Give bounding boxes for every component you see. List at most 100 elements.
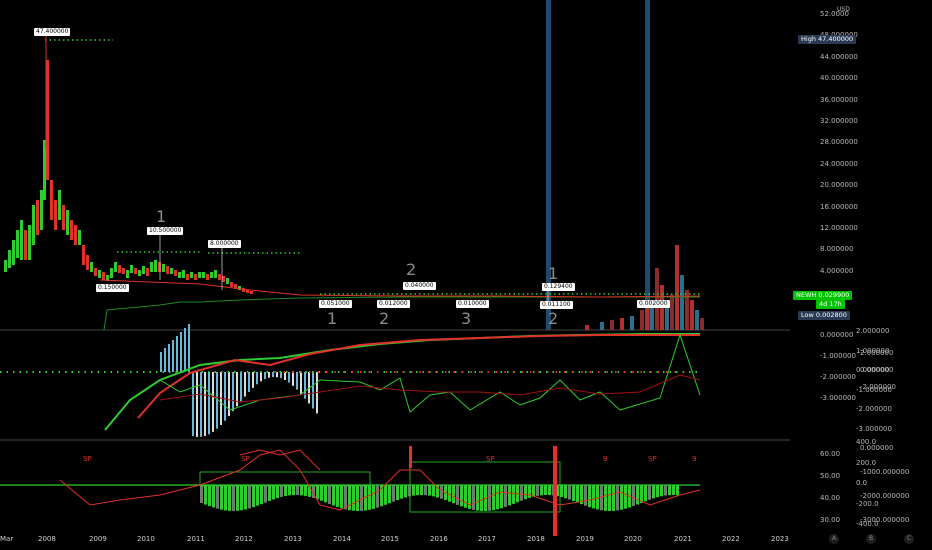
- osc2-bar: [276, 485, 279, 499]
- price-label: 10.500000: [147, 227, 184, 235]
- time-tick: Mar: [0, 535, 14, 543]
- chart-canvas[interactable]: [0, 0, 932, 550]
- candle: [16, 230, 19, 258]
- osc2-bar: [272, 485, 275, 500]
- osc2-marker: SP: [83, 455, 92, 463]
- candle: [150, 262, 153, 272]
- histo-bar: [292, 372, 294, 386]
- candle: [142, 266, 145, 274]
- osc2-bar: [520, 485, 523, 501]
- time-tick: 2023: [771, 535, 789, 543]
- price-label: 0.002000: [637, 300, 670, 308]
- candle: [62, 205, 65, 230]
- candle: [74, 225, 77, 245]
- osc1-tick: -2.000000: [856, 405, 892, 414]
- histo-bar: [252, 372, 254, 388]
- osc2-bar: [568, 485, 571, 500]
- histo-bar: [160, 352, 162, 372]
- time-tick: 2018: [527, 535, 545, 543]
- histo-bar: [176, 336, 178, 372]
- low-tag: Low 0.002800: [798, 311, 850, 320]
- osc2-bar: [524, 485, 527, 500]
- histo-bar: [184, 328, 186, 372]
- newh-time: 4d 17h: [816, 300, 845, 309]
- volume-bar: [585, 325, 589, 330]
- candle: [20, 220, 23, 260]
- osc2-line-red-2: [239, 449, 321, 471]
- volume-bar: [695, 310, 699, 330]
- osc2-bar: [372, 485, 375, 509]
- price-tick: 40.000000: [820, 74, 858, 83]
- volume-bar: [620, 318, 624, 330]
- histo-bar: [180, 332, 182, 372]
- time-tick: 2020: [624, 535, 642, 543]
- volume-bar: [600, 322, 604, 330]
- candle: [90, 262, 93, 272]
- osc2-bar: [592, 485, 595, 509]
- osc2-bar: [648, 485, 651, 500]
- osc2-bar: [400, 485, 403, 499]
- osc2-bar: [280, 485, 283, 497]
- osc2-bar: [220, 485, 223, 510]
- osc2-bar: [260, 485, 263, 505]
- histo-bar: [296, 372, 298, 390]
- candle: [138, 270, 141, 276]
- osc2-bar: [668, 485, 671, 496]
- osc1-tick: 0.000000: [820, 331, 854, 339]
- low-tag-value: 0.002800: [815, 311, 847, 319]
- osc2-bar: [500, 485, 503, 509]
- candle: [58, 190, 61, 220]
- osc2-spike: [553, 446, 557, 536]
- histo-bar: [224, 372, 226, 421]
- osc1-tick: -1.000000: [820, 352, 856, 360]
- price-tick: 32.000000: [820, 117, 858, 125]
- price-label: 0.010000: [456, 300, 489, 308]
- osc1-tick: -2.000000: [820, 373, 856, 381]
- osc2-bar: [616, 485, 619, 511]
- osc1-signal-green: [104, 333, 700, 431]
- newh-tag-label: NEWH: [796, 291, 817, 299]
- volume-bar: [680, 275, 684, 330]
- osc1-tick: -3.000000: [856, 425, 892, 433]
- osc2-bar: [356, 485, 359, 511]
- price-tick: 28.000000: [820, 138, 858, 147]
- auto-scale-button[interactable]: A: [829, 534, 839, 544]
- candle: [24, 230, 27, 260]
- candle: [166, 266, 169, 274]
- osc2-bar: [288, 485, 291, 496]
- osc2-tick: 200.0: [856, 458, 877, 467]
- osc1-tick: -3.000000: [820, 394, 856, 402]
- candle: [178, 272, 181, 278]
- log-scale-button[interactable]: B: [866, 534, 876, 544]
- osc2-tick: -200.0: [856, 499, 879, 508]
- osc2-bar: [492, 485, 495, 511]
- osc2-bar: [340, 485, 343, 509]
- price-label: 0.012000: [377, 300, 410, 308]
- candle: [206, 274, 209, 280]
- osc2-bar: [408, 485, 411, 497]
- candle: [98, 270, 101, 278]
- candle: [130, 265, 133, 273]
- osc2-bar: [576, 485, 579, 503]
- osc1-tick: 2.000000: [860, 349, 894, 357]
- candle: [102, 272, 105, 280]
- candle: [158, 262, 161, 272]
- candle: [218, 274, 221, 280]
- wave-label: 3: [461, 309, 472, 328]
- high-tag: High 47.400000: [798, 35, 857, 44]
- osc2-bar: [216, 485, 219, 509]
- compare-button[interactable]: C: [904, 534, 914, 544]
- osc2-bar: [572, 485, 575, 502]
- osc2-bar: [660, 485, 663, 497]
- osc2-bar: [460, 485, 463, 507]
- candle: [12, 240, 15, 265]
- volume-bar: [655, 268, 659, 330]
- candle: [194, 274, 197, 280]
- osc2-bar: [480, 485, 483, 511]
- osc2-bar: [432, 485, 435, 497]
- osc2-bar: [332, 485, 335, 506]
- histo-bar: [204, 372, 206, 436]
- osc2-bar: [284, 485, 287, 497]
- time-tick: 2016: [430, 535, 448, 543]
- osc2-bar: [240, 485, 243, 511]
